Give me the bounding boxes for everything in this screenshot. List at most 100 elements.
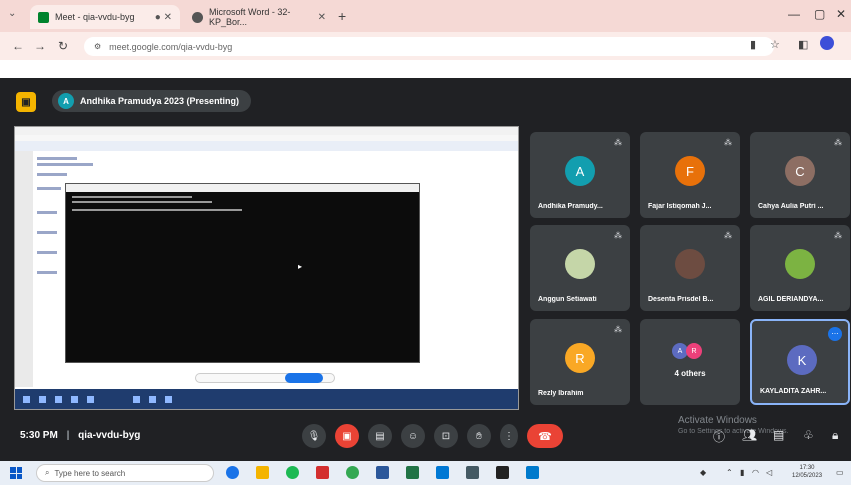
participant-avatar: R [565, 343, 595, 373]
address-input[interactable]: ⚙ meet.google.com/qia-vvdu-byg [84, 37, 774, 56]
bookmark-star-icon[interactable]: ☆ [770, 38, 780, 51]
participant-tile[interactable]: ⁂ F Fajar Istiqomah J... [640, 132, 740, 218]
meeting-info-icon[interactable]: ⓘ [713, 428, 725, 445]
leave-call-button[interactable]: ☎︎ [527, 424, 563, 448]
camera-button[interactable]: ▣ [335, 424, 359, 448]
participant-tile[interactable]: ⁂ A Andhika Pramudy... [530, 132, 630, 218]
participant-tile[interactable]: ⁂ Desenta Prisdel B... [640, 225, 740, 311]
system-clock[interactable]: 17:30 12/05/2023 [792, 464, 822, 480]
participant-name: Rezly Ibrahim [538, 390, 584, 397]
maximize-icon[interactable]: ▢ [814, 7, 825, 21]
volume-icon[interactable]: ◁ [766, 468, 772, 477]
tab-meet[interactable]: Meet - qia-vvdu-byg ● ✕ [30, 5, 180, 29]
site-info-icon[interactable]: ⚙ [94, 42, 101, 51]
captions-button[interactable]: ▤ [368, 424, 392, 448]
tab-word[interactable]: Microsoft Word - 32-KP_Bor... ✕ [184, 5, 334, 29]
stop-sharing-button [285, 373, 323, 383]
file-explorer-icon[interactable] [256, 466, 269, 479]
meet-favicon-icon [38, 11, 49, 23]
hang-up-icon: ☎︎ [538, 430, 552, 443]
tab-search-icon[interactable]: ⌄ [8, 8, 16, 19]
present-screen-icon: ⊡ [441, 430, 451, 442]
line-gutter [15, 151, 33, 387]
participant-tile[interactable]: ⁂ AGIL DERIANDYA... [750, 225, 850, 311]
participant-name: Fajar Istiqomah J... [648, 203, 712, 210]
command-prompt-titlebar [66, 184, 419, 192]
hand-icon: ✋︎ [476, 430, 482, 442]
bookmarks-bar [0, 60, 851, 78]
close-window-icon[interactable]: ✕ [836, 7, 846, 21]
edge-icon[interactable] [226, 466, 239, 479]
participant-name: Anggun Setiawati [538, 296, 597, 303]
tab-word-label: Microsoft Word - 32-KP_Bor... [209, 7, 291, 27]
emoji-icon: ☺ [407, 430, 419, 442]
code-line [37, 251, 57, 254]
app-icon[interactable] [466, 466, 479, 479]
mic-button[interactable]: 🎙︎ [302, 424, 326, 448]
participant-photo [785, 249, 815, 279]
spotify-icon[interactable] [286, 466, 299, 479]
app-icon[interactable] [436, 466, 449, 479]
activate-windows-watermark: Activate Windows [678, 415, 757, 426]
taskbar-search-input[interactable]: ⌕ Type here to search [36, 464, 214, 482]
others-tile[interactable]: A R 4 others [640, 319, 740, 405]
chrome-icon[interactable] [346, 466, 359, 479]
participant-tile[interactable]: ⁂ C Cahya Aulia Putri ... [750, 132, 850, 218]
reload-icon[interactable]: ↻ [58, 39, 68, 53]
wifi-icon[interactable]: ◠ [752, 468, 759, 477]
participant-tile[interactable]: ⁂ Anggun Setiawati [530, 225, 630, 311]
close-tab-icon[interactable]: ● ✕ [155, 12, 172, 23]
console-line [72, 196, 192, 198]
forward-icon[interactable]: → [34, 39, 46, 53]
side-panel-icon[interactable]: ◧ [798, 38, 808, 51]
host-controls-icon[interactable]: 🔒︎ [832, 428, 838, 443]
battery-icon[interactable]: ▮ [740, 468, 744, 477]
code-line [37, 271, 57, 274]
shared-taskbar-icon [133, 396, 140, 403]
mic-off-icon: ⁂ [614, 231, 622, 240]
meeting-time-and-code: 5:30 PM | qia-vvdu-byg [20, 430, 141, 441]
participant-name: KAYLADITA ZAHR... [760, 388, 827, 395]
raise-hand-button[interactable]: ✋︎ [467, 424, 491, 448]
participant-name: Andhika Pramudy... [538, 203, 603, 210]
other-avatar: R [686, 343, 702, 359]
participant-tile[interactable]: ⁂ R Rezly Ibrahim [530, 319, 630, 405]
excel-icon[interactable] [406, 466, 419, 479]
browser-tab-strip: ⌄ Meet - qia-vvdu-byg ● ✕ Microsoft Word… [0, 0, 851, 32]
word-icon[interactable] [376, 466, 389, 479]
windows-start-icon[interactable] [10, 467, 22, 479]
presenting-pill[interactable]: A Andhika Pramudya 2023 (Presenting) [52, 90, 252, 112]
vscode-icon[interactable] [526, 466, 539, 479]
back-icon[interactable]: ← [12, 39, 24, 53]
minimize-icon[interactable]: — [788, 7, 800, 21]
more-options-button[interactable]: ⋮ [500, 424, 518, 448]
terminal-icon[interactable] [496, 466, 509, 479]
notifications-icon[interactable]: ▭ [836, 468, 844, 477]
tray-overflow-icon[interactable]: ⌃ [726, 468, 733, 477]
clock-date: 12/05/2023 [792, 473, 823, 479]
participant-tile[interactable]: ⋯ K KAYLADITA ZAHR... [750, 319, 850, 405]
shared-taskbar-icon [87, 396, 94, 403]
present-button[interactable]: ⊡ [434, 424, 458, 448]
participant-photo [675, 249, 705, 279]
close-tab-icon[interactable]: ✕ [318, 12, 326, 23]
app-icon[interactable] [316, 466, 329, 479]
code-line [37, 187, 61, 190]
code-line [37, 163, 93, 166]
shared-toolbar [15, 141, 518, 151]
speaking-indicator-icon: ⋯ [828, 327, 842, 341]
people-icon[interactable]: 👥︎ [742, 428, 757, 442]
activities-icon[interactable]: ♧ [803, 428, 814, 442]
mic-off-icon: ⁂ [724, 231, 732, 240]
shared-taskbar [15, 389, 518, 409]
camera-off-icon: ▣ [342, 430, 352, 442]
emoji-button[interactable]: ☺ [401, 424, 425, 448]
participant-photo [565, 249, 595, 279]
chat-icon[interactable]: ▤ [773, 428, 784, 442]
mic-off-icon: ⁂ [614, 325, 622, 334]
new-tab-icon[interactable]: + [338, 8, 346, 24]
shared-taskbar-icon [39, 396, 46, 403]
camera-permission-icon[interactable]: ▮ [750, 38, 756, 51]
tray-app-icon[interactable]: ◆ [700, 468, 706, 477]
profile-avatar[interactable] [820, 36, 834, 50]
